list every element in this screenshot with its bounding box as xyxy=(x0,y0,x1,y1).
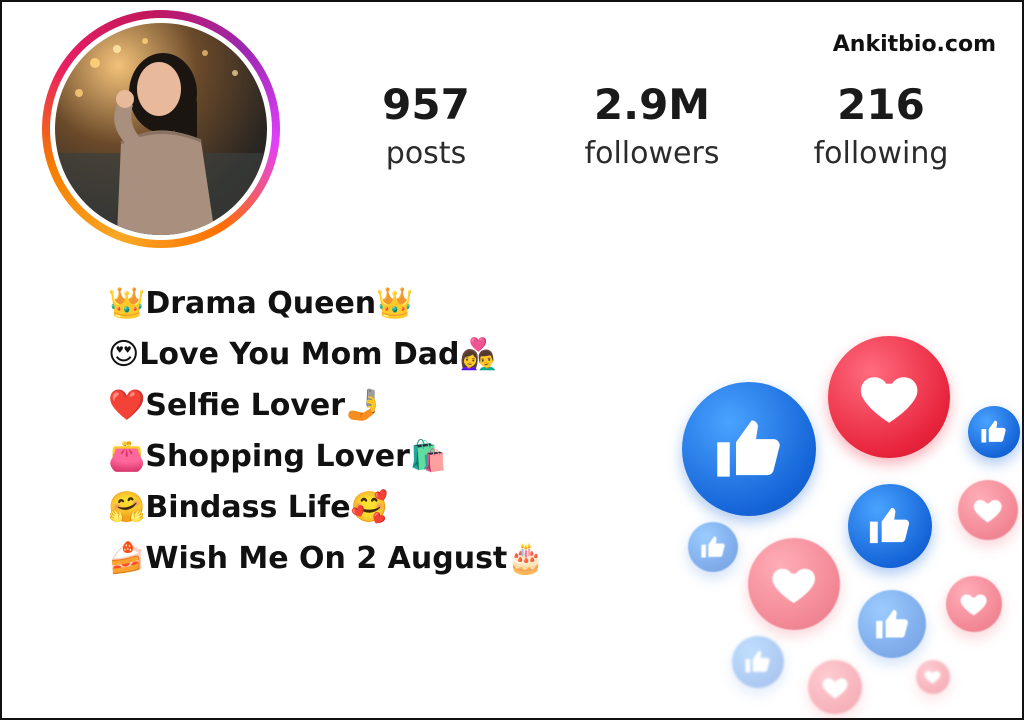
like-icon xyxy=(858,590,926,658)
heart-icon xyxy=(946,576,1002,632)
site-watermark: Ankitbio.com xyxy=(832,32,996,57)
heart-icon xyxy=(748,538,840,630)
bio: 👑 Drama Queen 👑 😍 Love You Mom Dad 👩‍❤️‍👨 ❤️… xyxy=(108,278,545,584)
bio-line: 🍰 Wish Me On 2 August 🎂 xyxy=(108,533,545,584)
bio-text: Bindass Life xyxy=(145,490,351,525)
purse-emoji: 👛 xyxy=(108,438,146,474)
bio-line: ❤️ Selfie Lover 🤳 xyxy=(108,380,545,431)
red-heart-emoji: ❤️ xyxy=(108,387,146,423)
bio-text: Love You Mom Dad xyxy=(139,337,460,372)
following-count: 216 xyxy=(837,80,925,129)
like-icon xyxy=(848,484,932,568)
avatar[interactable] xyxy=(55,23,267,235)
heart-icon xyxy=(808,660,862,714)
selfie-emoji: 🤳 xyxy=(345,387,383,423)
cake-slice-emoji: 🍰 xyxy=(108,540,146,576)
bio-line: 👛 Shopping Lover 🛍️ xyxy=(108,431,545,482)
followers-count: 2.9M xyxy=(593,80,711,129)
shopping-bags-emoji: 🛍️ xyxy=(409,438,448,474)
smiling-hearts-emoji: 🥰 xyxy=(350,489,388,525)
bio-text: Selfie Lover xyxy=(145,388,346,423)
hugging-face-emoji: 🤗 xyxy=(108,489,146,525)
couple-emoji: 👩‍❤️‍👨 xyxy=(459,336,497,372)
crown-emoji: 👑 xyxy=(376,285,414,321)
like-icon xyxy=(682,382,816,516)
bio-text: Shopping Lover xyxy=(145,439,410,474)
posts-label: posts xyxy=(385,136,467,171)
followers-label: followers xyxy=(584,136,720,171)
bio-text: Drama Queen xyxy=(145,286,377,321)
like-icon xyxy=(688,522,738,572)
heart-icon xyxy=(828,336,950,458)
crown-emoji: 👑 xyxy=(108,285,146,321)
heart-eyes-emoji: 😍 xyxy=(108,336,140,372)
bio-line: 😍 Love You Mom Dad 👩‍❤️‍👨 xyxy=(108,329,545,380)
following-label: following xyxy=(813,136,949,171)
following-stat[interactable]: 216 following xyxy=(796,78,966,176)
bio-line: 👑 Drama Queen 👑 xyxy=(108,278,545,329)
posts-count: 957 xyxy=(382,80,470,129)
heart-icon xyxy=(916,660,950,694)
birthday-cake-emoji: 🎂 xyxy=(507,540,545,576)
heart-icon xyxy=(958,480,1018,540)
like-icon xyxy=(732,636,784,688)
avatar-photo-illustration xyxy=(55,38,267,235)
followers-stat[interactable]: 2.9M followers xyxy=(562,78,742,176)
like-icon xyxy=(968,406,1020,458)
bio-line: 🤗 Bindass Life 🥰 xyxy=(108,482,545,533)
bio-text: Wish Me On 2 August xyxy=(145,541,508,576)
avatar-story-ring[interactable] xyxy=(42,10,280,248)
posts-stat[interactable]: 957 posts xyxy=(366,78,486,176)
